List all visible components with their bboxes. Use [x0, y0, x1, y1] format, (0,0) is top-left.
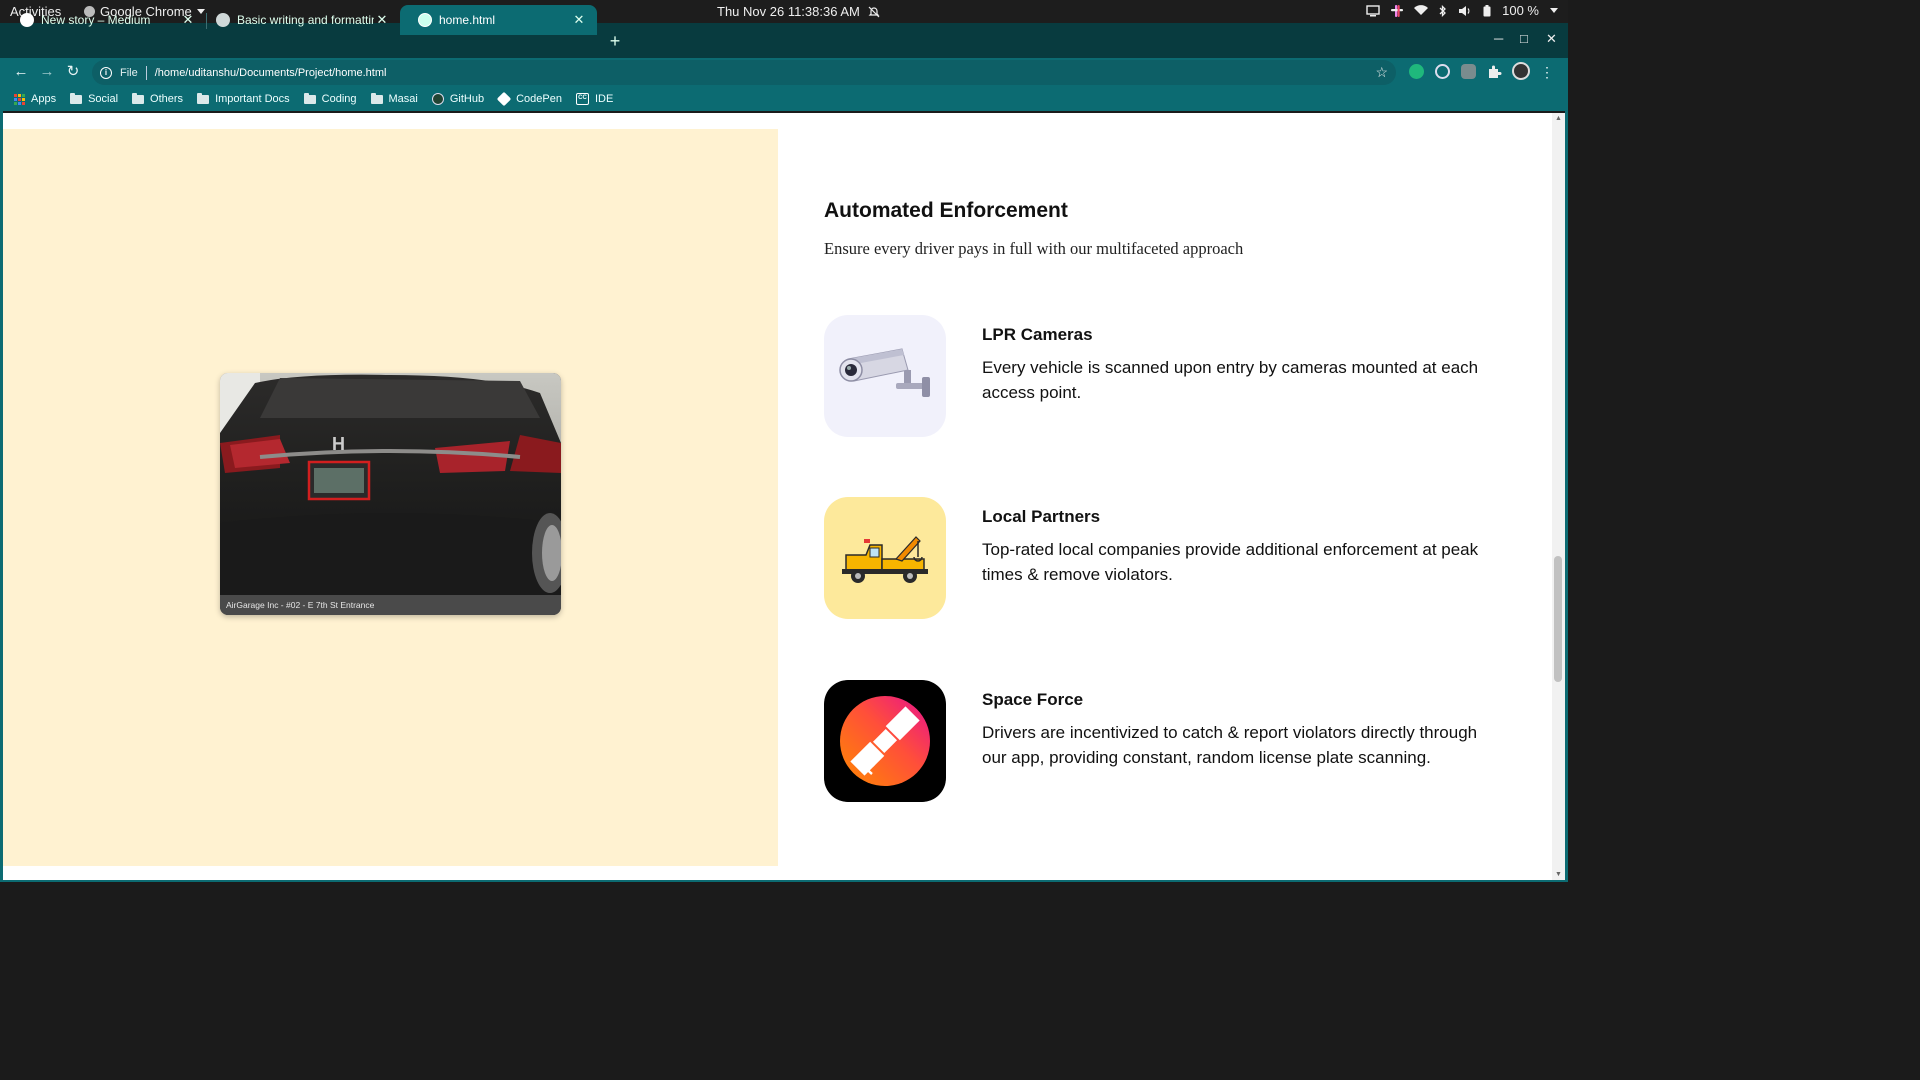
feature-description: Drivers are incentivized to catch & repo… — [982, 723, 1478, 767]
grammarly-extension-icon[interactable] — [1409, 64, 1424, 79]
battery-percent: 100 % — [1502, 3, 1539, 18]
globe-favicon-icon — [418, 13, 432, 27]
bookmark-coding[interactable]: Coding — [303, 92, 357, 105]
maximize-window-icon[interactable]: □ — [1520, 31, 1528, 46]
tab-github-docs[interactable]: Basic writing and formatting sy ✕ — [198, 5, 400, 35]
scheme-label: File — [120, 66, 138, 79]
wifi-icon[interactable] — [1414, 5, 1429, 16]
scroll-up-arrow-icon[interactable]: ▲ — [1555, 115, 1562, 122]
bookmark-label: GitHub — [449, 93, 485, 105]
omnibox-separator — [145, 65, 147, 80]
folder-icon — [70, 92, 83, 104]
bookmark-label: Coding — [321, 93, 357, 105]
feature-title: Local Partners — [982, 507, 1101, 526]
svg-text:H: H — [332, 434, 345, 454]
feature-icon-tile — [824, 315, 946, 437]
section-subtitle: Ensure every driver pays in full with ou… — [824, 239, 1244, 258]
bookmark-label: Apps — [31, 93, 57, 105]
codepen-icon — [496, 91, 512, 107]
slack-icon[interactable] — [1391, 4, 1404, 17]
image-panel: H AirGarage Inc - #02 - E 7th St Entranc… — [3, 129, 778, 866]
extension-icon[interactable] — [1461, 64, 1476, 79]
bookmark-masai[interactable]: Masai — [370, 92, 418, 105]
back-button[interactable]: ← — [11, 62, 31, 82]
tab-home-html[interactable]: home.html ✕ — [400, 5, 597, 35]
feature-description: Every vehicle is scanned upon entry by c… — [982, 358, 1479, 402]
reload-button[interactable]: ↻ — [63, 62, 83, 82]
security-camera-icon — [824, 315, 946, 437]
car-rear-image: H — [220, 373, 561, 595]
medium-favicon-icon — [20, 13, 34, 27]
scroll-down-arrow-icon[interactable]: ▼ — [1555, 871, 1562, 878]
bookmark-github[interactable]: GitHub — [431, 93, 485, 105]
profile-avatar[interactable] — [1512, 62, 1530, 80]
info-icon[interactable]: i — [100, 66, 112, 79]
bookmarks-bar: Apps Social Others Important Docs Coding… — [0, 87, 1568, 111]
battery-icon[interactable] — [1483, 4, 1491, 17]
folder-icon — [197, 92, 210, 104]
bookmark-others[interactable]: Others — [132, 92, 184, 105]
bookmark-important-docs[interactable]: Important Docs — [197, 92, 290, 105]
minimize-window-icon[interactable]: ─ — [1494, 31, 1503, 46]
forward-button[interactable]: → — [37, 62, 57, 82]
chrome-menu-icon[interactable]: ⋮ — [1537, 62, 1557, 82]
bookmark-label: Important Docs — [215, 93, 290, 105]
feature-title: LPR Cameras — [982, 325, 1093, 344]
bookmark-label: Others — [150, 93, 184, 105]
folder-icon — [132, 92, 145, 104]
lpr-camera-snapshot: H AirGarage Inc - #02 - E 7th St Entranc… — [220, 373, 561, 615]
bookmark-label: Masai — [388, 93, 418, 105]
tow-truck-icon — [824, 497, 946, 619]
address-bar[interactable]: i File /home/uditanshu/Documents/Project… — [92, 60, 1396, 85]
feature-icon-tile — [824, 497, 946, 619]
screen-share-icon[interactable] — [1366, 4, 1380, 17]
bookmark-label: IDE — [594, 93, 614, 105]
feature-description: Top-rated local companies provide additi… — [982, 540, 1479, 584]
page-scrollbar[interactable]: ▲ ▼ — [1552, 113, 1565, 880]
clock[interactable]: Thu Nov 26 11:38:36 AM — [717, 4, 880, 19]
close-tab-icon[interactable]: ✕ — [571, 12, 587, 28]
bookmark-codepen[interactable]: CodePen — [496, 91, 562, 107]
github-icon — [431, 93, 444, 105]
extensions-puzzle-icon[interactable] — [1487, 64, 1502, 79]
tab-medium[interactable]: New story – Medium ✕ — [2, 5, 206, 35]
tab-title: New story – Medium — [41, 13, 151, 27]
window-border-right — [1565, 111, 1568, 882]
close-tab-icon[interactable]: ✕ — [374, 12, 390, 28]
tab-title: Basic writing and formatting sy — [237, 13, 374, 27]
close-window-icon[interactable]: ✕ — [1546, 31, 1557, 47]
section-title: Automated Enforcement — [824, 199, 1068, 222]
new-tab-button[interactable]: + — [606, 30, 624, 52]
system-tray[interactable]: 100 % — [1366, 3, 1558, 18]
bookmark-social[interactable]: Social — [70, 92, 119, 105]
url-text[interactable]: /home/uditanshu/Documents/Project/home.h… — [155, 67, 387, 79]
system-menu-chevron-icon[interactable] — [1550, 8, 1558, 13]
feature-title: Space Force — [982, 690, 1084, 709]
window-border-bottom — [0, 880, 1568, 882]
folder-icon — [303, 92, 316, 104]
browser-toolbar: ← → ↻ i File /home/uditanshu/Documents/P… — [0, 58, 1568, 87]
notifications-off-icon — [868, 6, 880, 17]
github-favicon-icon — [216, 13, 230, 27]
clock-text: Thu Nov 26 11:38:36 AM — [717, 4, 860, 19]
react-devtools-extension-icon[interactable] — [1435, 64, 1450, 79]
apps-grid-icon — [14, 93, 25, 105]
scrollbar-thumb[interactable] — [1554, 556, 1562, 682]
volume-icon[interactable] — [1458, 5, 1472, 17]
satellite-icon — [824, 680, 946, 802]
close-tab-icon[interactable]: ✕ — [180, 12, 196, 28]
image-caption: AirGarage Inc - #02 - E 7th St Entrance — [220, 595, 561, 615]
ide-icon: CC — [575, 93, 589, 105]
feature-icon-tile — [824, 680, 946, 802]
tab-title: home.html — [439, 13, 496, 27]
bookmark-star-icon[interactable]: ☆ — [1375, 64, 1388, 81]
bookmark-ide[interactable]: CC IDE — [575, 93, 614, 105]
page-viewport: H AirGarage Inc - #02 - E 7th St Entranc… — [3, 113, 1552, 880]
folder-icon — [370, 92, 383, 104]
bookmark-apps[interactable]: Apps — [14, 93, 56, 105]
bookmark-label: Social — [88, 93, 119, 105]
bookmark-label: CodePen — [516, 93, 562, 105]
bluetooth-icon[interactable] — [1439, 4, 1447, 17]
